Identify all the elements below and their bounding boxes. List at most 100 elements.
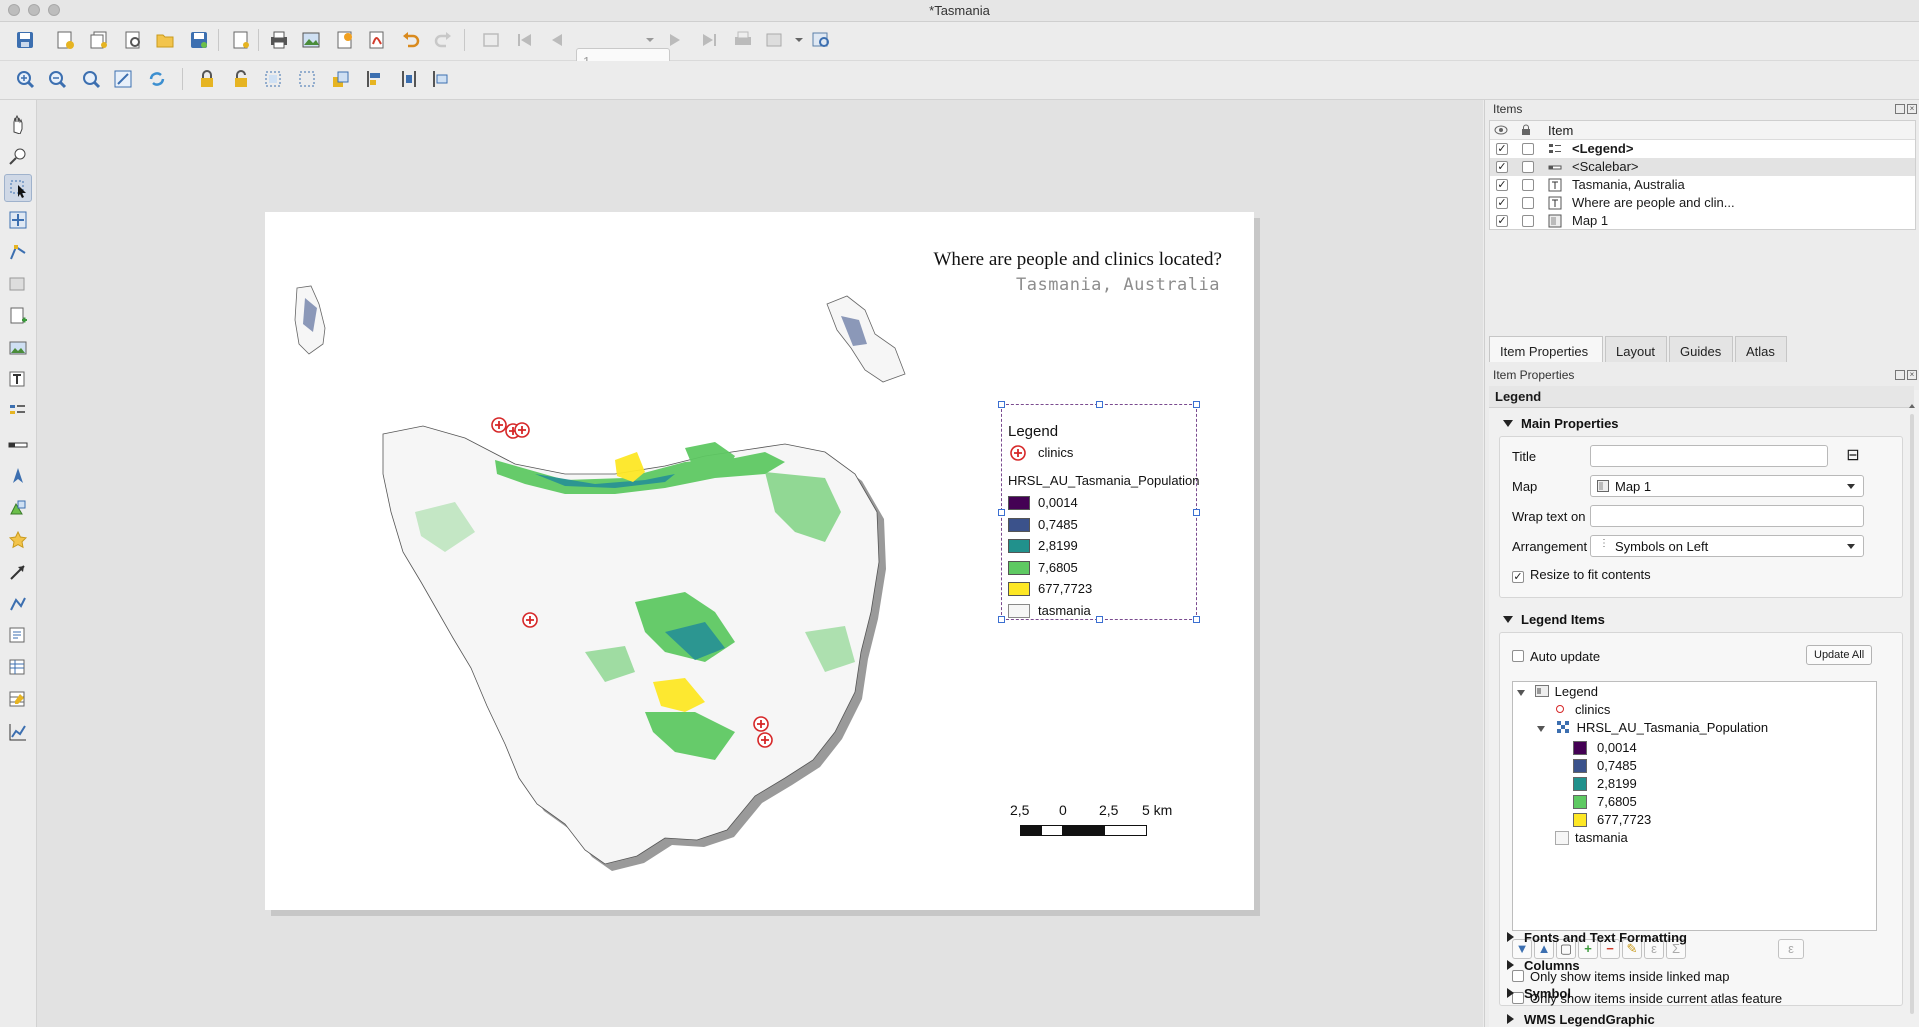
update-all-button[interactable]: Update All — [1806, 645, 1873, 665]
raise-items-icon[interactable] — [328, 66, 354, 92]
float-panel-icon[interactable] — [1895, 370, 1905, 380]
add-elevation-profile-icon[interactable] — [4, 718, 32, 746]
lock-checkbox[interactable] — [1522, 179, 1534, 191]
symbol-section[interactable]: Symbol — [1507, 986, 1571, 1001]
zoom-actual-icon[interactable] — [78, 66, 104, 92]
add-legend-icon[interactable] — [4, 398, 32, 426]
align-items-icon[interactable] — [362, 66, 388, 92]
wms-legendgraphic-section[interactable]: WMS LegendGraphic — [1507, 1012, 1655, 1027]
lock-checkbox[interactable] — [1522, 161, 1534, 173]
new-layout-button[interactable] — [52, 27, 78, 53]
visibility-checkbox[interactable]: ✓ — [1496, 215, 1508, 227]
add-html-icon[interactable] — [4, 622, 32, 650]
save-as-template-button[interactable] — [186, 27, 212, 53]
distribute-items-icon[interactable] — [396, 66, 422, 92]
tab-atlas[interactable]: Atlas — [1735, 336, 1787, 362]
lock-checkbox[interactable] — [1522, 143, 1534, 155]
select-move-item-icon[interactable] — [4, 174, 32, 202]
legend-title-input[interactable] — [1590, 445, 1828, 467]
float-panel-icon[interactable] — [1895, 104, 1905, 114]
legend-item[interactable]: Legend clinics HRSL_AU_Tasmania_Populati… — [998, 401, 1200, 623]
undo-icon[interactable] — [398, 27, 424, 53]
scalebar-item[interactable]: 2,5 0 2,5 5 km — [1010, 802, 1190, 842]
redo-icon[interactable] — [430, 27, 456, 53]
resize-handle[interactable] — [998, 401, 1005, 408]
close-panel-icon[interactable]: × — [1907, 370, 1917, 380]
resize-handle[interactable] — [998, 616, 1005, 623]
items-row[interactable]: ✓ <Legend> — [1490, 140, 1915, 158]
add-fixed-table-icon[interactable] — [4, 686, 32, 714]
tree-item-raster[interactable]: HRSL_AU_Tasmania_Population — [1537, 720, 1768, 738]
first-feature-icon[interactable] — [512, 27, 538, 53]
tab-guides[interactable]: Guides — [1669, 336, 1733, 362]
tree-legend-root[interactable]: Legend — [1517, 684, 1598, 702]
edit-nodes-icon[interactable] — [4, 238, 32, 266]
lock-checkbox[interactable] — [1522, 197, 1534, 209]
items-row[interactable]: ✓ <Scalebar> — [1490, 158, 1915, 176]
last-feature-icon[interactable] — [696, 27, 722, 53]
fonts-section[interactable]: Fonts and Text Formatting — [1507, 930, 1687, 945]
next-feature-icon[interactable] — [662, 27, 688, 53]
move-content-icon[interactable] — [4, 206, 32, 234]
add-3d-map-icon[interactable] — [4, 270, 32, 298]
add-scalebar-icon[interactable] — [4, 430, 32, 458]
zoom-tool-icon[interactable] — [4, 142, 32, 170]
resize-handle[interactable] — [1193, 616, 1200, 623]
zoom-in-icon[interactable] — [12, 66, 38, 92]
export-pdf-button[interactable] — [364, 27, 390, 53]
atlas-preview-icon[interactable] — [478, 27, 504, 53]
resize-handle[interactable] — [1193, 401, 1200, 408]
auto-update-checkbox[interactable]: Auto update — [1512, 649, 1600, 664]
unlock-items-icon[interactable] — [228, 66, 254, 92]
page-dropdown-chevron-down-icon[interactable] — [637, 27, 663, 53]
add-attribute-table-icon[interactable] — [4, 654, 32, 682]
print-icon[interactable] — [266, 27, 292, 53]
resize-handle[interactable] — [998, 509, 1005, 516]
wrap-text-input[interactable] — [1590, 505, 1864, 527]
layout-manager-button[interactable] — [120, 27, 146, 53]
zoom-out-icon[interactable] — [44, 66, 70, 92]
visibility-checkbox[interactable]: ✓ — [1496, 143, 1508, 155]
add-pages-button[interactable] — [228, 27, 254, 53]
add-picture-icon[interactable] — [4, 334, 32, 362]
items-row[interactable]: ✓ Tasmania, Australia — [1490, 176, 1915, 194]
visibility-checkbox[interactable]: ✓ — [1496, 161, 1508, 173]
export-image-button[interactable] — [298, 27, 324, 53]
properties-scrollbar[interactable] — [1906, 400, 1918, 1020]
legend-items-section[interactable]: Legend Items — [1503, 612, 1605, 627]
resize-handle[interactable] — [1096, 401, 1103, 408]
pan-hand-icon[interactable] — [4, 110, 32, 138]
filter-expression-icon[interactable]: ε — [1778, 939, 1804, 959]
visibility-checkbox[interactable]: ✓ — [1496, 179, 1508, 191]
resize-items-icon[interactable] — [428, 66, 454, 92]
map-subtitle-label[interactable]: Tasmania, Australia — [1016, 275, 1220, 295]
arrangement-select[interactable]: ⋮ Symbols on Left — [1590, 535, 1864, 557]
open-folder-icon[interactable] — [152, 27, 178, 53]
lock-items-icon[interactable] — [194, 66, 220, 92]
items-row[interactable]: ✓ Map 1 — [1490, 212, 1915, 230]
save-layout-button[interactable] — [12, 27, 38, 53]
add-arrow-icon[interactable] — [4, 558, 32, 586]
zoom-full-icon[interactable] — [110, 66, 136, 92]
tree-item-clinics[interactable]: clinics — [1555, 702, 1610, 720]
resize-handle[interactable] — [1096, 616, 1103, 623]
add-shape-icon[interactable] — [4, 494, 32, 522]
add-marker-icon[interactable] — [4, 526, 32, 554]
tab-layout[interactable]: Layout — [1605, 336, 1667, 362]
group-items-icon[interactable] — [260, 66, 286, 92]
add-page-icon[interactable] — [4, 302, 32, 330]
legend-items-tree[interactable]: Legend clinics HRSL_AU_Tasmania_Populati… — [1512, 681, 1877, 931]
export-svg-button[interactable] — [332, 27, 358, 53]
add-label-icon[interactable] — [4, 366, 32, 394]
add-polyline-icon[interactable] — [4, 590, 32, 618]
columns-section[interactable]: Columns — [1507, 958, 1580, 973]
atlas-settings-icon[interactable] — [808, 27, 834, 53]
linked-map-select[interactable]: Map 1 — [1590, 475, 1864, 497]
duplicate-layout-button[interactable] — [86, 27, 112, 53]
lock-checkbox[interactable] — [1522, 215, 1534, 227]
export-atlas-icon[interactable] — [762, 27, 788, 53]
close-panel-icon[interactable]: × — [1907, 104, 1917, 114]
expression-text-icon[interactable]: ⊟ — [1836, 445, 1870, 467]
resize-to-fit-checkbox[interactable]: ✓ Resize to fit contents — [1512, 567, 1651, 583]
print-atlas-icon[interactable] — [730, 27, 756, 53]
